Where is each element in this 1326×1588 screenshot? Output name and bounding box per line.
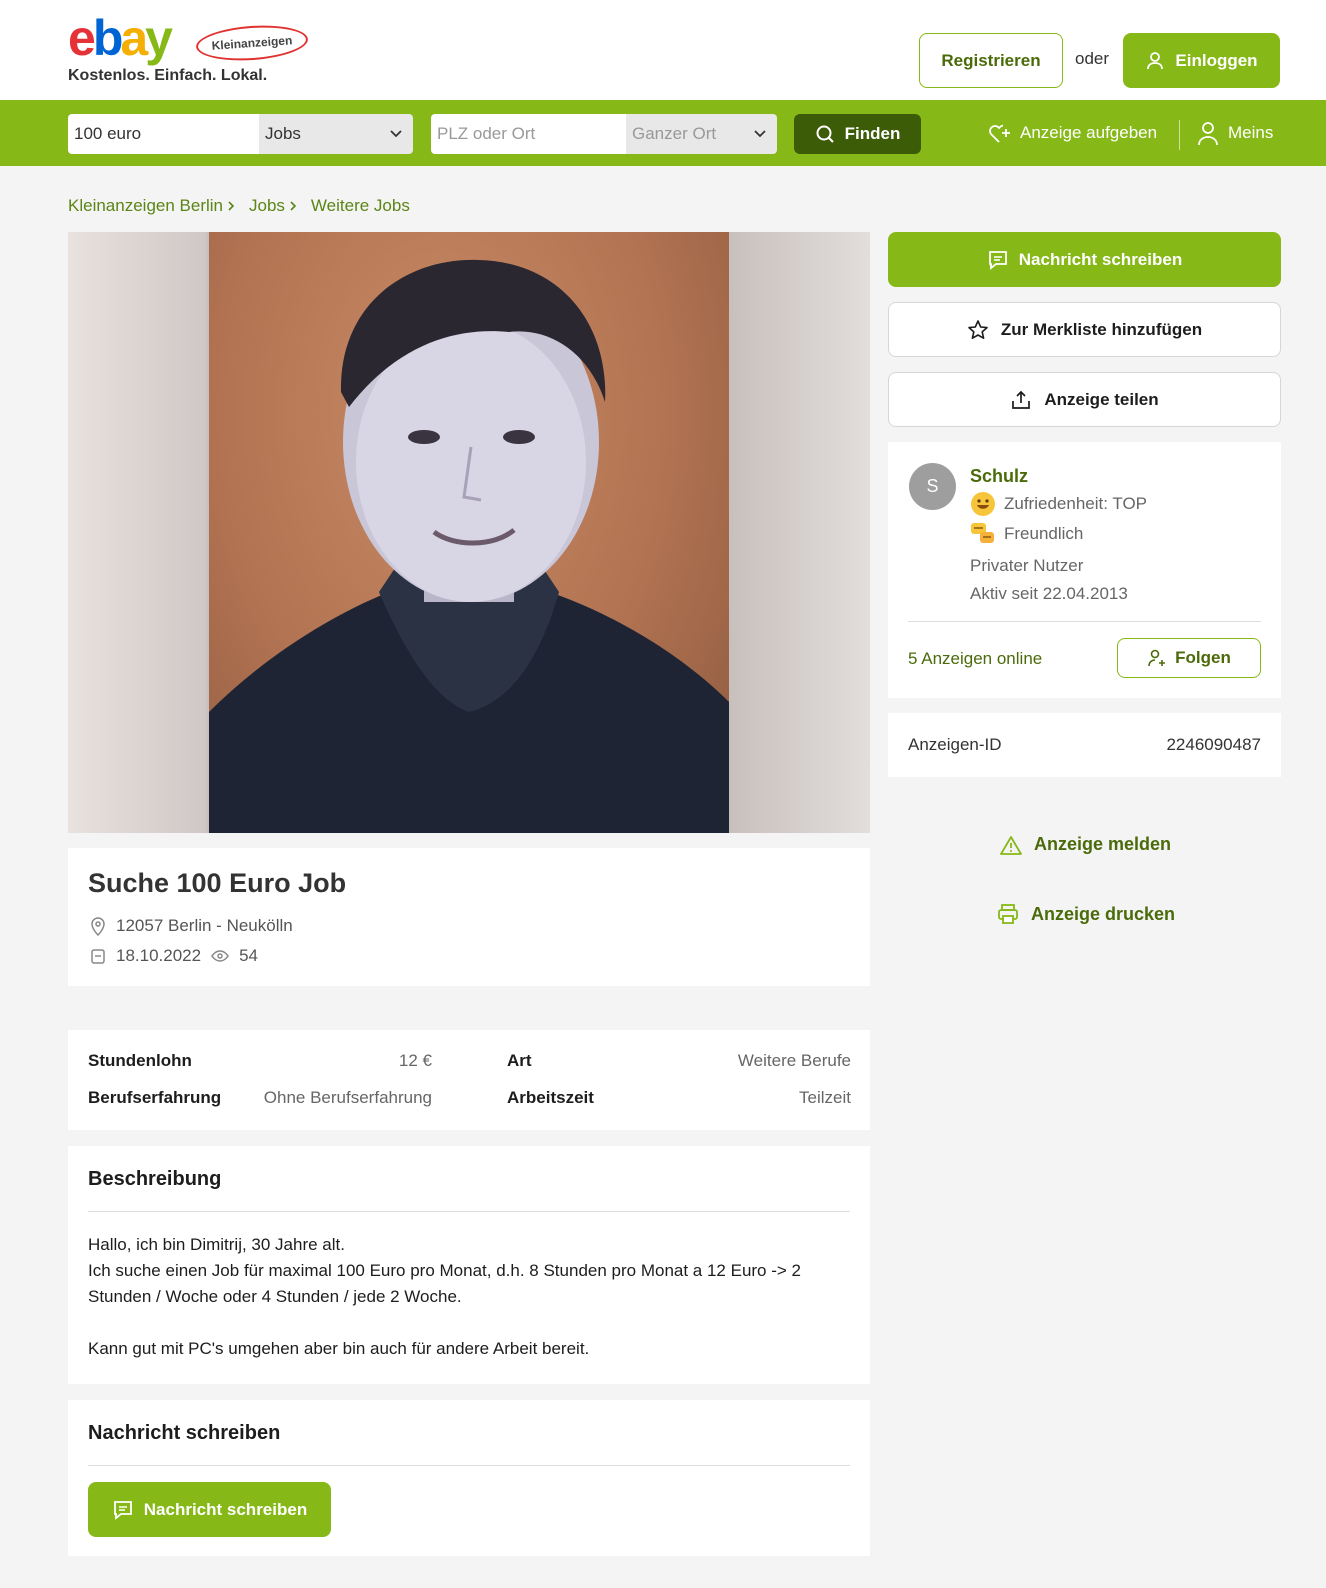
ad-details-card — [68, 1030, 870, 1130]
ad-title: Suche 100 Euro Job — [88, 868, 347, 898]
ad-date-views: 18.10.2022 54 — [90, 946, 258, 966]
printer-icon — [998, 904, 1018, 924]
avatar[interactable]: S — [909, 463, 956, 510]
breadcrumb-item[interactable]: Kleinanzeigen Berlin — [68, 196, 235, 216]
warning-icon — [1000, 835, 1022, 855]
print-ad-link[interactable]: Anzeige drucken — [997, 903, 1175, 925]
detail-value: Weitere Berufe — [737, 1051, 851, 1070]
view-count: 54 — [239, 946, 259, 965]
chevron-down-icon — [390, 130, 402, 138]
category-select[interactable]: Jobs — [259, 114, 413, 154]
logo-letter-y: y — [145, 10, 173, 66]
user-icon — [1147, 51, 1164, 69]
category-value: Jobs — [265, 124, 301, 143]
watchlist-label: Zur Merkliste hinzufügen — [1000, 319, 1203, 339]
divider — [88, 1465, 850, 1466]
print-ad-label: Anzeige drucken — [1031, 903, 1176, 924]
ad-id-value: 2246090487 — [1166, 735, 1261, 754]
logo-letter-a: a — [120, 10, 148, 66]
ad-photo[interactable] — [209, 232, 729, 833]
header-divider — [1179, 120, 1180, 150]
heart-plus-icon — [989, 124, 1010, 143]
register-button[interactable]: Registrieren — [919, 33, 1063, 88]
mine-link[interactable]: Meins — [1196, 120, 1273, 146]
chevron-right-icon — [290, 201, 297, 211]
message-section-title: Nachricht schreiben — [88, 1422, 281, 1444]
breadcrumb: Kleinanzeigen Berlin Jobs Weitere Jobs — [68, 196, 410, 216]
detail-value: Ohne Berufserfahrung — [263, 1088, 432, 1107]
location-pin-icon — [91, 917, 105, 936]
person-portrait — [209, 259, 729, 833]
message-icon — [988, 250, 1007, 270]
satisfaction-badge: Zufriedenheit: TOP — [970, 491, 1147, 517]
search-icon — [816, 125, 834, 143]
seller-name[interactable]: Schulz — [970, 466, 1028, 487]
detail-label: Berufserfahrung — [88, 1088, 222, 1107]
ad-date: 18.10.2022 — [116, 946, 202, 965]
slogan: Kostenlos. Einfach. Lokal. — [68, 67, 268, 84]
watchlist-button[interactable]: Zur Merkliste hinzufügen — [888, 302, 1281, 357]
ad-location: 12057 Berlin - Neukölln — [90, 916, 293, 936]
description-title: Beschreibung — [88, 1168, 222, 1190]
satisfaction-text: Zufriedenheit: TOP — [1004, 494, 1148, 513]
calendar-icon — [91, 949, 105, 964]
description-text: Hallo, ich bin Dimitrij, 30 Jahre alt. I… — [88, 1235, 802, 1358]
mine-label: Meins — [1228, 123, 1274, 142]
location-input[interactable]: PLZ oder Ort — [431, 114, 626, 154]
site-logo[interactable]: ebay Kleinanzeigen Kostenlos. Einfach. L… — [68, 8, 318, 88]
detail-label: Art — [507, 1051, 532, 1070]
follow-button[interactable]: Folgen — [1117, 638, 1261, 678]
login-button[interactable]: Einloggen — [1123, 33, 1280, 88]
friendly-badge: Freundlich — [970, 521, 1083, 547]
message-button-label: Nachricht schreiben — [143, 1499, 308, 1519]
star-icon — [968, 319, 988, 339]
divider — [908, 621, 1261, 622]
ad-id-label: Anzeigen-ID — [908, 735, 1002, 754]
find-label: Finden — [844, 124, 901, 143]
user-icon — [1198, 122, 1218, 146]
message-button[interactable]: Nachricht schreiben — [888, 232, 1281, 287]
location-text: 12057 Berlin - Neukölln — [116, 916, 293, 935]
message-button-bottom[interactable]: Nachricht schreiben — [88, 1482, 331, 1537]
seller-type: Privater Nutzer — [970, 556, 1084, 575]
seller-ads-link[interactable]: 5 Anzeigen online — [908, 649, 1042, 669]
radius-select[interactable]: Ganzer Ort — [626, 114, 777, 154]
ad-image-gallery[interactable] — [68, 232, 870, 833]
post-ad-label: Anzeige aufgeben — [1020, 123, 1158, 142]
detail-value: Teilzeit — [799, 1088, 851, 1107]
post-ad-link[interactable]: Anzeige aufgeben — [986, 120, 1157, 146]
login-label: Einloggen — [1175, 50, 1258, 70]
detail-value: 12 € — [398, 1051, 432, 1070]
kleinanzeigen-badge: Kleinanzeigen — [194, 22, 310, 64]
report-ad-label: Anzeige melden — [1034, 834, 1172, 854]
chevron-right-icon — [228, 201, 235, 211]
search-input[interactable]: 100 euro — [68, 114, 259, 154]
share-label: Anzeige teilen — [1044, 389, 1159, 409]
chat-bubbles-icon — [971, 523, 994, 543]
breadcrumb-item[interactable]: Jobs — [249, 196, 297, 216]
ebay-wordmark: ebay — [68, 8, 173, 68]
breadcrumb-item[interactable]: Weitere Jobs — [311, 196, 410, 216]
find-button[interactable]: Finden — [794, 114, 921, 154]
friendly-text: Freundlich — [1004, 524, 1084, 543]
or-label: oder — [1075, 49, 1110, 68]
divider — [88, 1211, 850, 1212]
message-label: Nachricht schreiben — [1018, 249, 1183, 269]
seller-active-since: Aktiv seit 22.04.2013 — [970, 584, 1128, 603]
detail-label: Arbeitszeit — [507, 1088, 594, 1107]
radius-value: Ganzer Ort — [632, 124, 717, 143]
follow-label: Folgen — [1175, 648, 1231, 667]
detail-label: Stundenlohn — [88, 1051, 192, 1070]
eye-icon — [211, 950, 229, 962]
message-icon — [113, 1500, 132, 1520]
share-icon — [1012, 390, 1031, 409]
smiley-icon — [971, 492, 995, 516]
report-ad-link[interactable]: Anzeige melden — [1000, 834, 1171, 855]
share-button[interactable]: Anzeige teilen — [888, 372, 1281, 427]
chevron-down-icon — [754, 130, 766, 138]
follow-user-icon — [1148, 649, 1166, 667]
logo-letter-b: b — [92, 10, 123, 66]
logo-letter-e: e — [68, 10, 96, 66]
